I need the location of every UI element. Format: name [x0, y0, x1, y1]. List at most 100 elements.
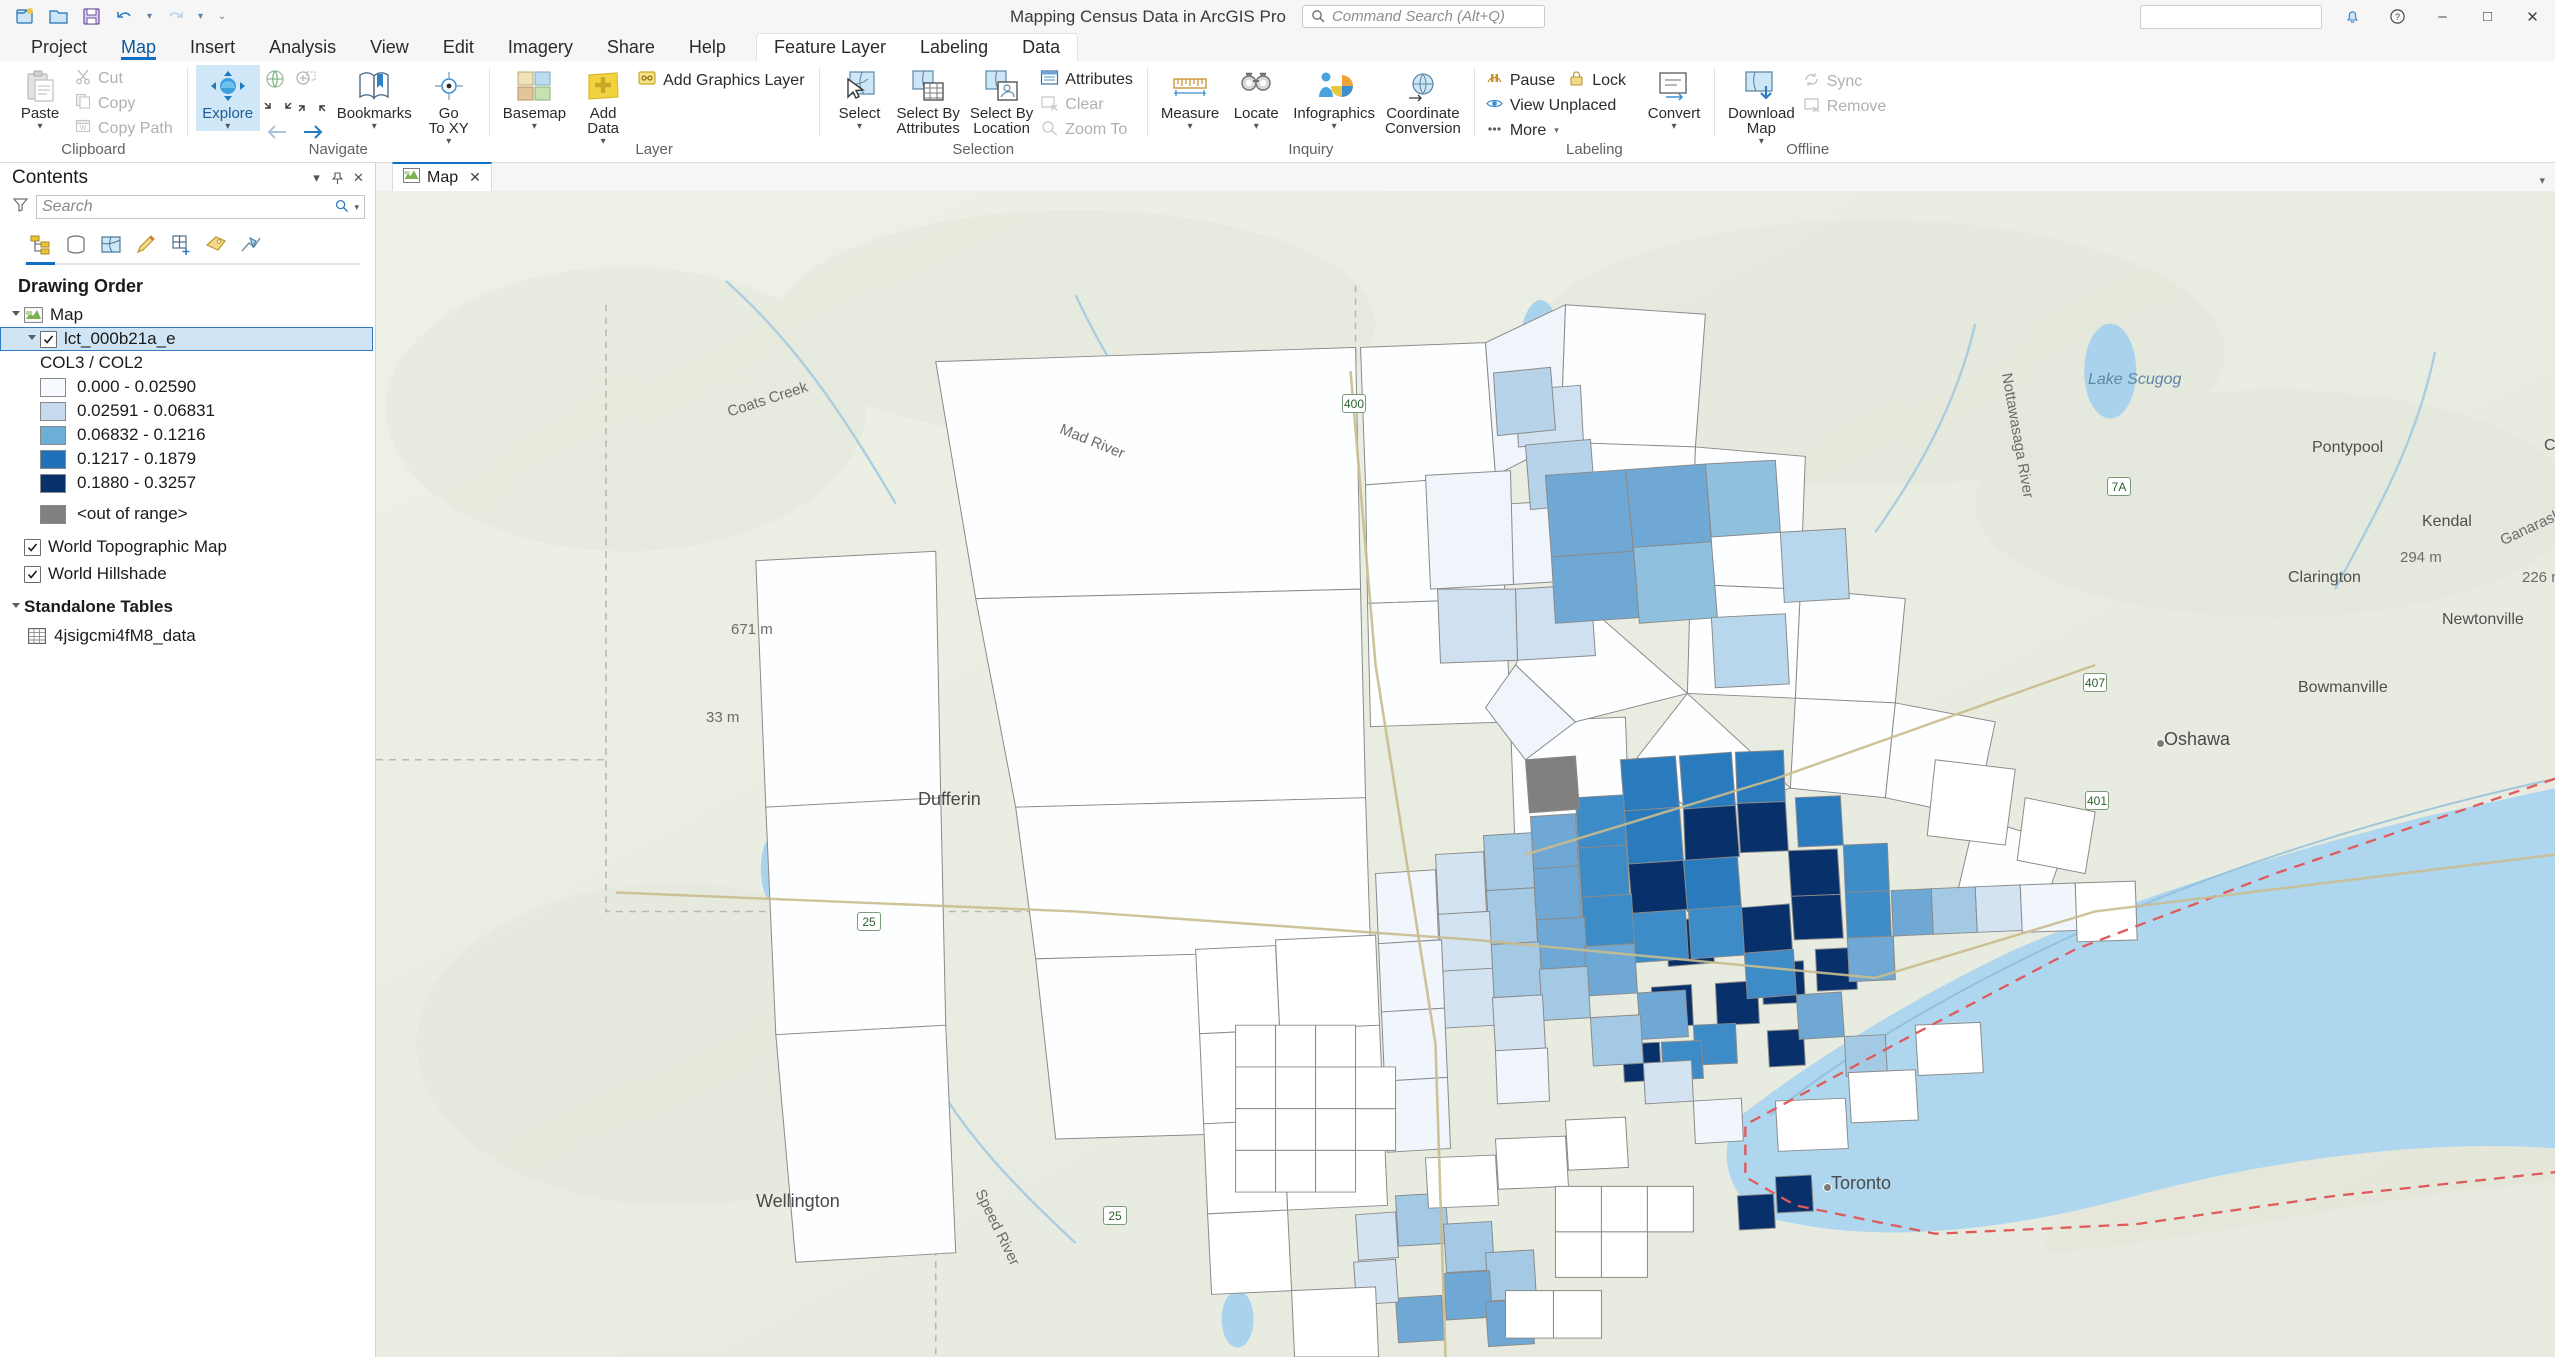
go-to-xy-button[interactable]: Go To XY ▾ — [417, 65, 481, 147]
more-labeling-button[interactable]: More ▾ — [1483, 119, 1632, 142]
basemap-visibility-checkbox[interactable] — [24, 538, 41, 556]
view-tab-overflow-icon[interactable]: ▾ — [2539, 174, 2545, 187]
convert-labels-button[interactable]: Convert ▾ — [1642, 65, 1706, 132]
zoom-to-selection-button[interactable]: Zoom To — [1038, 118, 1139, 141]
locate-button[interactable]: Locate ▾ — [1224, 65, 1288, 132]
data-source-tab[interactable] — [59, 229, 92, 260]
copy-button[interactable]: Copy — [72, 92, 179, 115]
maximize-button[interactable]: □ — [2465, 0, 2510, 33]
tab-data[interactable]: Data — [1005, 34, 1077, 61]
tab-map[interactable]: Map — [104, 34, 173, 61]
tab-imagery[interactable]: Imagery — [491, 34, 590, 61]
help-icon[interactable]: ? — [2375, 0, 2420, 33]
search-icon[interactable] — [335, 197, 349, 218]
selection-tab[interactable] — [94, 229, 127, 260]
labeling-tab[interactable] — [199, 229, 232, 260]
legend-class-row[interactable]: 0.000 - 0.02590 — [0, 375, 375, 399]
toc-layer-row[interactable]: lct_000b21a_e — [0, 327, 373, 351]
open-project-icon[interactable] — [43, 4, 73, 30]
infographics-button[interactable]: Infographics ▾ — [1288, 65, 1380, 132]
select-by-location-button[interactable]: Select By Location — [965, 65, 1038, 136]
close-button[interactable]: ✕ — [2510, 0, 2555, 33]
lock-labeling-button[interactable]: Lock — [1565, 69, 1632, 92]
redo-dropdown-icon[interactable]: ▾ — [193, 11, 208, 22]
basemap-dropdown-icon[interactable]: ▾ — [532, 122, 537, 132]
measure-dropdown-icon[interactable]: ▾ — [1188, 122, 1193, 132]
editing-tab[interactable] — [129, 229, 162, 260]
undo-icon[interactable] — [109, 4, 139, 30]
charts-tab[interactable] — [234, 229, 267, 260]
toc-map-node[interactable]: Map — [0, 303, 375, 327]
toc-standalone-table-row[interactable]: 4jsigcmi4fM8_data — [0, 624, 375, 648]
search-options-icon[interactable]: ▾ — [354, 202, 359, 213]
explore-button[interactable]: Explore ▾ — [195, 65, 260, 132]
copy-path-button[interactable]: W Copy Path — [72, 117, 179, 140]
tab-edit[interactable]: Edit — [426, 34, 491, 61]
convert-dropdown-icon[interactable]: ▾ — [1671, 122, 1676, 132]
clear-selection-button[interactable]: Clear — [1038, 93, 1139, 116]
remove-offline-button[interactable]: Remove — [1800, 95, 1893, 118]
snapping-tab[interactable] — [164, 229, 197, 260]
command-search-input[interactable]: Command Search (Alt+Q) — [1301, 5, 1545, 28]
paste-button[interactable]: Paste ▾ — [8, 65, 72, 132]
locate-dropdown-icon[interactable]: ▾ — [1254, 122, 1259, 132]
legend-out-of-range-row[interactable]: <out of range> — [0, 502, 375, 526]
pause-labeling-button[interactable]: Pause — [1483, 69, 1561, 92]
standalone-tables-expand-arrow-icon[interactable] — [8, 602, 24, 612]
search-input[interactable]: Search ▾ — [36, 195, 365, 219]
add-graphics-layer-button[interactable]: Add Graphics Layer — [635, 69, 810, 92]
cut-button[interactable]: Cut — [72, 67, 179, 90]
paste-dropdown-icon[interactable]: ▾ — [37, 122, 42, 132]
minimize-button[interactable]: – — [2420, 0, 2465, 33]
toc-standalone-tables-heading[interactable]: Standalone Tables — [0, 595, 375, 619]
tab-insert[interactable]: Insert — [173, 34, 252, 61]
fixed-zoom-in-icon[interactable] — [292, 68, 318, 97]
map-canvas[interactable]: Lake Scugog Bewdley Pontypool Campbellcr… — [376, 191, 2555, 1357]
tab-help[interactable]: Help — [672, 34, 743, 61]
explore-dropdown-icon[interactable]: ▾ — [225, 122, 230, 132]
legend-class-row[interactable]: 0.1217 - 0.1879 — [0, 447, 375, 471]
tab-share[interactable]: Share — [590, 34, 672, 61]
layer-visibility-checkbox[interactable] — [40, 330, 57, 348]
full-extent-icon[interactable] — [262, 68, 288, 97]
zoom-to-layer-icon[interactable] — [313, 98, 328, 119]
redo-icon[interactable] — [160, 4, 190, 30]
sync-button[interactable]: Sync — [1800, 70, 1893, 93]
legend-class-row[interactable]: 0.02591 - 0.06831 — [0, 399, 375, 423]
layer-expand-arrow-icon[interactable] — [24, 334, 40, 344]
pin-icon[interactable] — [327, 168, 348, 189]
toc-basemap-row[interactable]: World Hillshade — [0, 562, 375, 586]
view-tab-map[interactable]: Map ✕ — [392, 162, 492, 191]
attributes-button[interactable]: Attributes — [1038, 68, 1139, 91]
infographics-dropdown-icon[interactable]: ▾ — [1332, 122, 1337, 132]
notifications-icon[interactable] — [2330, 0, 2375, 33]
coordinate-conversion-button[interactable]: Coordinate Conversion — [1380, 65, 1466, 136]
select-by-attributes-button[interactable]: Select By Attributes — [892, 65, 965, 136]
new-project-icon[interactable] — [10, 4, 40, 30]
select-dropdown-icon[interactable]: ▾ — [857, 122, 862, 132]
view-unplaced-button[interactable]: View Unplaced — [1483, 94, 1632, 117]
save-project-icon[interactable] — [76, 4, 106, 30]
tab-feature-layer[interactable]: Feature Layer — [757, 34, 903, 61]
tab-project[interactable]: Project — [14, 34, 104, 61]
close-icon[interactable]: ✕ — [469, 169, 481, 186]
measure-button[interactable]: Measure ▾ — [1156, 65, 1224, 132]
zoom-to-selection-icon[interactable] — [296, 98, 311, 119]
bookmarks-button[interactable]: Bookmarks ▾ — [332, 65, 417, 132]
legend-class-row[interactable]: 0.06832 - 0.1216 — [0, 423, 375, 447]
chevron-down-icon[interactable]: ▾ — [306, 168, 327, 189]
select-button[interactable]: Select ▾ — [828, 65, 892, 132]
previous-extent-icon[interactable] — [262, 98, 277, 119]
hillshade-visibility-checkbox[interactable] — [24, 565, 41, 583]
basemap-button[interactable]: Basemap ▾ — [498, 65, 571, 132]
filter-icon[interactable] — [12, 196, 29, 218]
download-map-button[interactable]: Download Map ▾ — [1723, 65, 1800, 147]
sign-in-box[interactable] — [2140, 4, 2322, 29]
bookmarks-dropdown-icon[interactable]: ▾ — [372, 122, 377, 132]
next-extent-icon[interactable] — [279, 98, 294, 119]
legend-class-row[interactable]: 0.1880 - 0.3257 — [0, 471, 375, 495]
tab-labeling[interactable]: Labeling — [903, 34, 1005, 61]
customize-qat-icon[interactable]: ⌄ — [211, 11, 233, 22]
undo-dropdown-icon[interactable]: ▾ — [142, 11, 157, 22]
expand-arrow-icon[interactable] — [8, 310, 24, 320]
